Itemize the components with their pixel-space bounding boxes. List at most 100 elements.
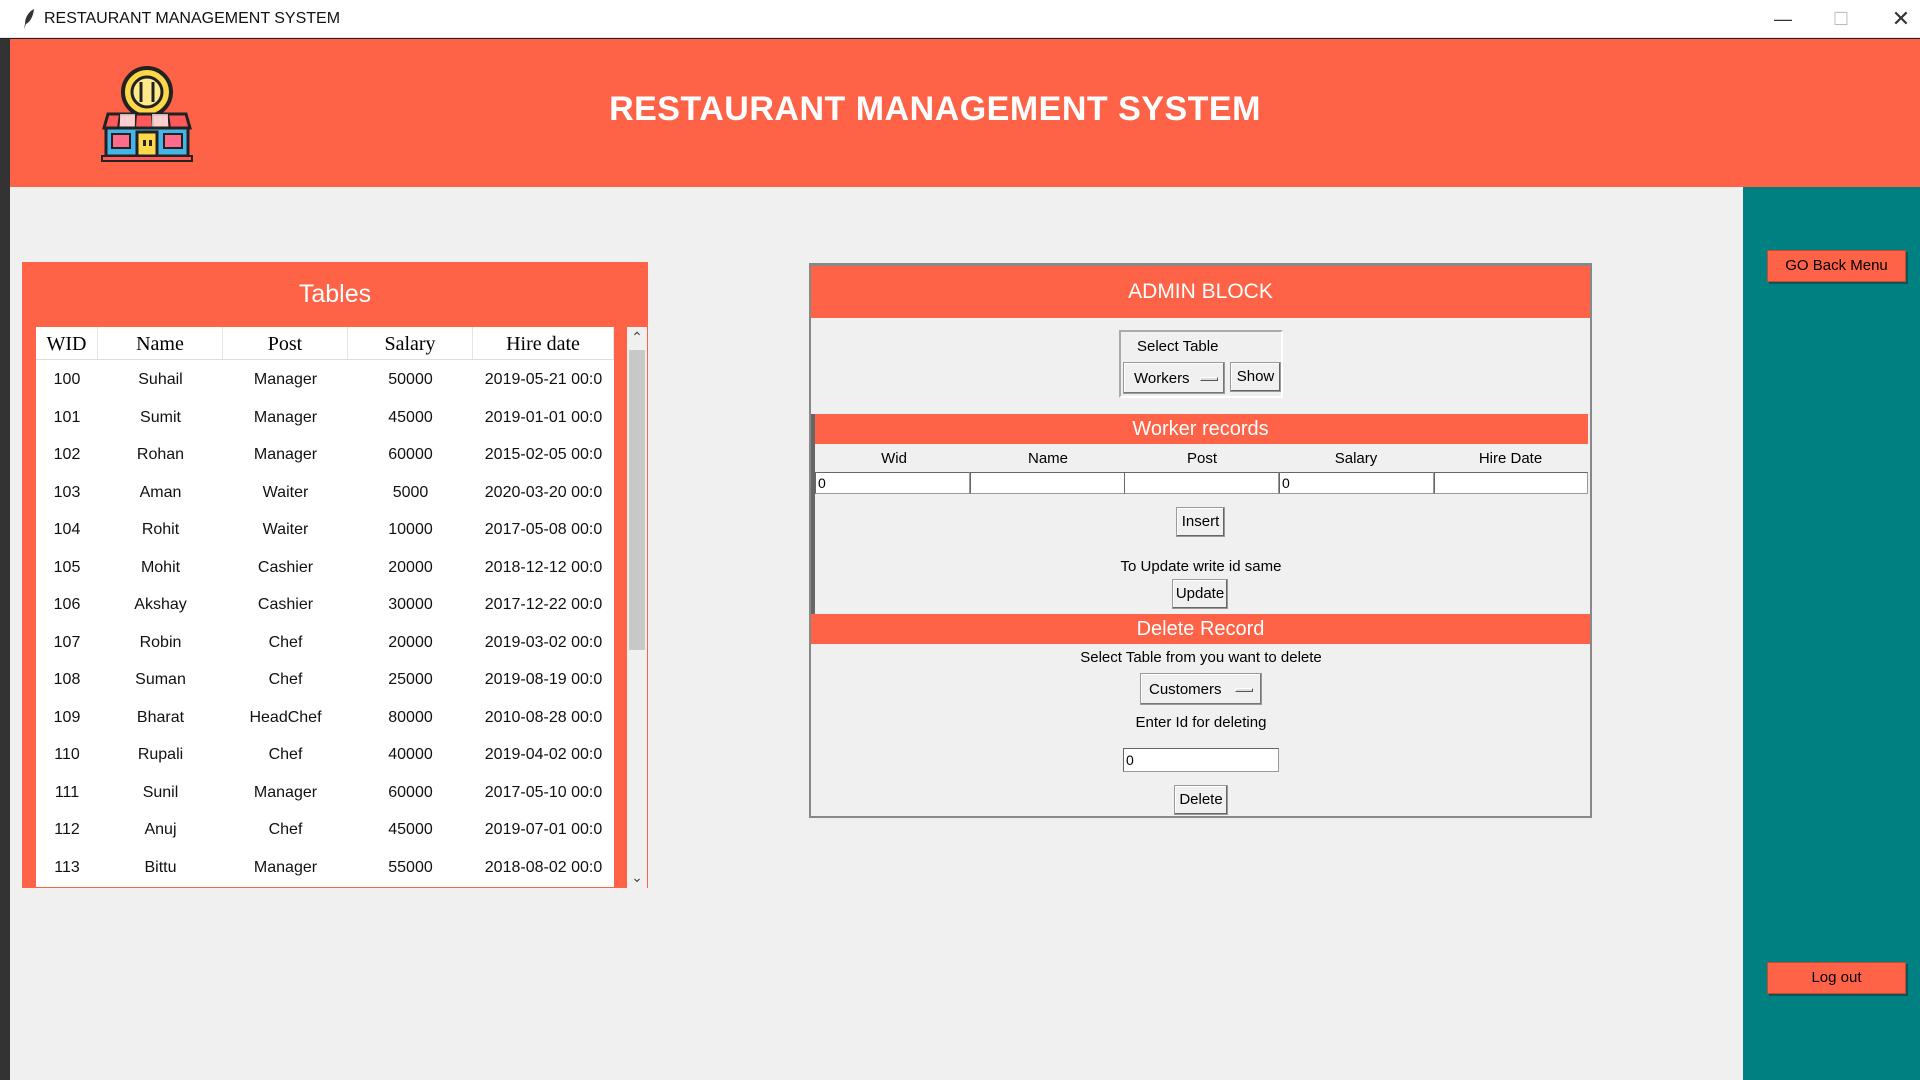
cell-hire-date: 2018-12-12 00:0 [484, 558, 603, 576]
cell-salary: 45000 [388, 821, 433, 838]
table-row[interactable]: 111 Sunil Manager 60000 2017-05-10 00:0 [36, 774, 614, 812]
close-icon[interactable]: ✕ [1872, 0, 1920, 38]
cell-hire-date: 2015-02-05 00:0 [484, 446, 603, 463]
worker-records-title: Worker records [813, 414, 1588, 444]
cell-hire-date: 2019-04-02 00:0 [484, 746, 603, 763]
cell-hire-date: 2020-03-20 00:0 [484, 483, 603, 501]
hire-date-input[interactable] [1434, 472, 1588, 494]
cell-post: Chef [268, 821, 303, 838]
column-header-salary[interactable]: Salary [348, 327, 473, 359]
cell-name: Mohit [140, 558, 181, 576]
cell-hire-date: 2017-05-08 00:0 [484, 521, 603, 538]
feather-icon [24, 9, 34, 29]
cell-salary: 60000 [388, 783, 433, 801]
cell-post: Manager [253, 783, 318, 801]
table-select-dropdown[interactable]: Workers [1123, 362, 1225, 394]
post-input[interactable] [1124, 472, 1279, 494]
cell-wid: 113 [54, 858, 80, 876]
column-header-post[interactable]: Post [223, 327, 348, 359]
records-table[interactable]: WID Name Post Salary Hire date 100 Suhail Mana… [36, 327, 614, 887]
app-title: RESTAURANT MANAGEMENT SYSTEM [609, 90, 1261, 128]
wid-input[interactable]: 0 [815, 472, 970, 494]
table-row[interactable]: 105 Mohit Cashier 20000 2018-12-12 00:0 [36, 549, 614, 587]
minimize-icon[interactable]: — [1754, 0, 1812, 38]
insert-button[interactable]: Insert [1176, 507, 1225, 537]
cell-post: Manager [253, 371, 318, 388]
select-table-label: Select Table [1137, 338, 1219, 355]
scrollbar-thumb[interactable] [629, 350, 645, 650]
table-row[interactable]: 108 Suman Chef 25000 2019-08-19 00:0 [36, 661, 614, 699]
cell-wid: 104 [53, 521, 81, 538]
salary-input[interactable]: 0 [1279, 472, 1434, 494]
cell-name: Rohan [136, 446, 185, 463]
name-label: Name [1027, 450, 1068, 467]
table-row[interactable]: 101 Sumit Manager 45000 2019-01-01 00:0 [36, 399, 614, 437]
table-row[interactable]: 107 Robin Chef 20000 2019-03-02 00:0 [36, 624, 614, 662]
cell-name: Sunil [142, 783, 179, 801]
cell-wid: 107 [53, 633, 81, 651]
admin-block-title: ADMIN BLOCK [811, 266, 1590, 318]
cell-post: Waiter [262, 483, 309, 501]
table-row[interactable]: 112 Anuj Chef 45000 2019-07-01 00:0 [36, 811, 614, 849]
cell-salary: 55000 [388, 858, 433, 876]
cell-wid: 108 [53, 671, 81, 688]
cell-name: Aman [139, 483, 182, 501]
chevron-down-icon[interactable]: ⌄ [627, 867, 647, 887]
cell-hire-date: 2019-01-01 00:0 [484, 408, 603, 426]
cell-wid: 109 [53, 708, 81, 726]
cell-salary: 10000 [388, 521, 433, 538]
table-row[interactable]: 100 Suhail Manager 50000 2019-05-21 00:0 [36, 361, 614, 399]
maximize-icon[interactable]: ☐ [1812, 0, 1870, 38]
cell-hire-date: 2017-12-22 00:0 [484, 596, 603, 613]
delete-id-note: Enter Id for deleting [1135, 714, 1267, 731]
cell-salary: 25000 [388, 671, 433, 688]
table-row[interactable]: 113 Bittu Manager 55000 2018-08-02 00:0 [36, 849, 614, 887]
cell-hire-date: 2018-08-02 00:0 [484, 858, 603, 876]
cell-name: Robin [139, 633, 182, 651]
chevron-up-icon[interactable]: ⌃ [627, 327, 647, 347]
logout-button[interactable]: Log out [1767, 962, 1906, 994]
table-row[interactable]: 106 Akshay Cashier 30000 2017-12-22 00:0 [36, 586, 614, 624]
go-back-menu-button[interactable]: GO Back Menu [1767, 250, 1906, 282]
table-row[interactable]: 103 Aman Waiter 5000 2020-03-20 00:0 [36, 474, 614, 512]
table-header: WID Name Post Salary Hire date [36, 327, 614, 360]
cell-name: Rohit [141, 521, 180, 538]
cell-wid: 112 [54, 821, 80, 838]
table-row[interactable]: 104 Rohit Waiter 10000 2017-05-08 00:0 [36, 511, 614, 549]
table-row[interactable]: 109 Bharat HeadChef 80000 2010-08-28 00:0 [36, 699, 614, 737]
desktop-edge [0, 39, 10, 1080]
cell-name: Rupali [137, 746, 184, 763]
side-panel [1743, 187, 1920, 1080]
cell-wid: 102 [53, 446, 81, 463]
delete-button[interactable]: Delete [1174, 785, 1228, 815]
name-input[interactable] [970, 472, 1125, 494]
cell-salary: 60000 [388, 446, 433, 463]
cell-wid: 110 [54, 746, 80, 763]
table-row[interactable]: 102 Rohan Manager 60000 2015-02-05 00:0 [36, 436, 614, 474]
cell-post: Chef [268, 671, 303, 688]
window-title: RESTAURANT MANAGEMENT SYSTEM [44, 10, 341, 27]
cell-post: Manager [253, 446, 318, 463]
update-button[interactable]: Update [1172, 579, 1228, 609]
cell-post: Waiter [262, 521, 309, 538]
delete-table-note: Select Table from you want to delete [1080, 649, 1322, 666]
column-header-name[interactable]: Name [98, 327, 223, 359]
post-label: Post [1186, 450, 1217, 467]
cell-salary: 5000 [392, 483, 429, 501]
delete-id-input[interactable]: 0 [1123, 748, 1279, 772]
table-row[interactable]: 110 Rupali Chef 40000 2019-04-02 00:0 [36, 736, 614, 774]
column-header-wid[interactable]: WID [36, 327, 98, 359]
records-frame-edge [811, 414, 815, 614]
delete-table-dropdown[interactable]: Customers [1140, 673, 1262, 705]
cell-wid: 103 [53, 483, 81, 501]
cell-salary: 40000 [388, 746, 433, 763]
show-button[interactable]: Show [1230, 362, 1281, 392]
update-note: To Update write id same [1120, 558, 1282, 575]
wid-label: Wid [881, 450, 907, 467]
cell-post: Chef [268, 746, 303, 763]
cell-name: Suhail [138, 371, 183, 388]
cell-hire-date: 2017-05-10 00:0 [484, 783, 603, 801]
cell-wid: 111 [54, 783, 80, 801]
cell-hire-date: 2010-08-28 00:0 [484, 708, 603, 726]
column-header-hire-date[interactable]: Hire date [473, 327, 614, 359]
